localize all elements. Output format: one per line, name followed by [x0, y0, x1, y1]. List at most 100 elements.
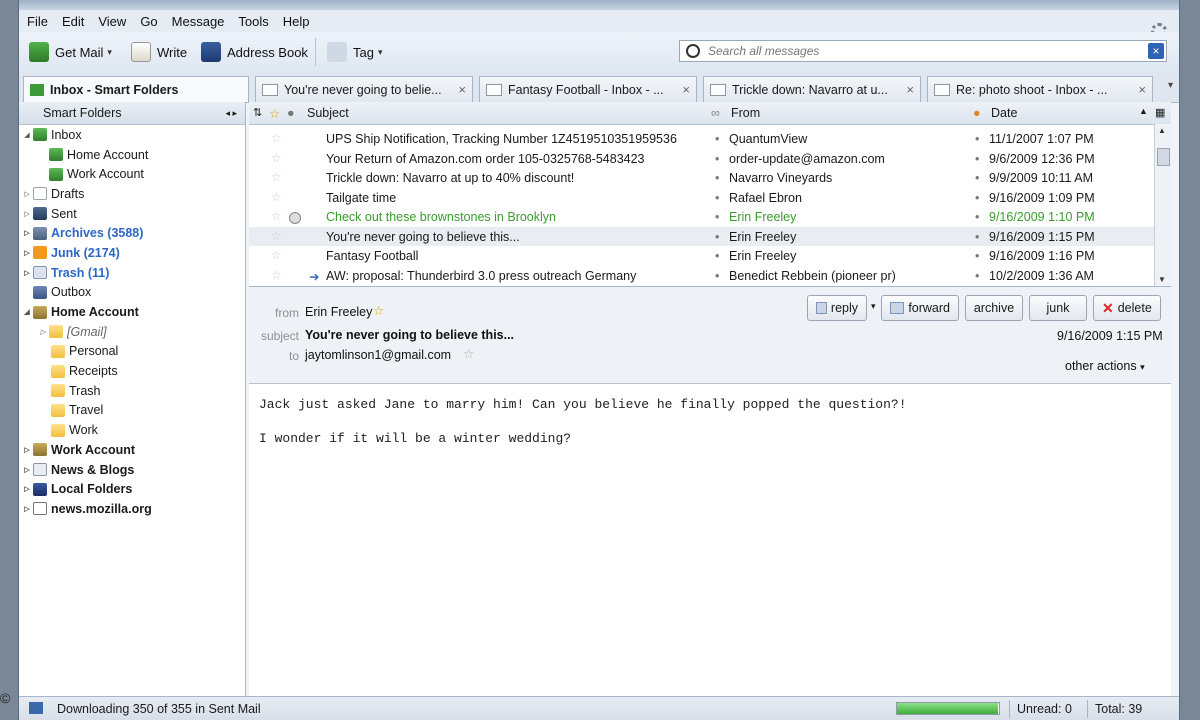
- account-work[interactable]: ▷ Work Account: [19, 440, 245, 460]
- table-row[interactable]: ☆ ➜ AW: proposal: Thunderbird 3.0 press …: [249, 266, 1155, 286]
- read-dot-icon[interactable]: •: [715, 152, 719, 166]
- menu-help[interactable]: Help: [283, 14, 310, 29]
- close-tab-icon[interactable]: ×: [1132, 82, 1146, 97]
- folder-trash[interactable]: ▷ Trash (11): [19, 263, 245, 283]
- reply-button[interactable]: reply: [807, 295, 867, 321]
- star-contact-icon[interactable]: ☆: [463, 346, 474, 361]
- folder-junk[interactable]: ▷ Junk (2174): [19, 243, 245, 263]
- menu-message[interactable]: Message: [172, 14, 225, 29]
- expand-icon[interactable]: ▷: [23, 190, 31, 198]
- menu-edit[interactable]: Edit: [62, 14, 84, 29]
- search-clear-icon[interactable]: ×: [1148, 43, 1164, 59]
- menu-go[interactable]: Go: [140, 14, 157, 29]
- table-row[interactable]: ☆ UPS Ship Notification, Tracking Number…: [249, 129, 1155, 149]
- folder-home-trash[interactable]: Trash: [19, 381, 245, 401]
- column-subject[interactable]: Subject: [307, 106, 349, 120]
- read-dot-icon[interactable]: •: [715, 249, 719, 263]
- tab-fantasy-football[interactable]: Fantasy Football - Inbox - ... ×: [479, 76, 697, 102]
- scroll-down-icon[interactable]: ▼: [1158, 275, 1166, 284]
- account-home[interactable]: ◢ Home Account: [19, 302, 245, 322]
- forward-button[interactable]: forward: [881, 295, 959, 321]
- expand-icon[interactable]: ▷: [23, 446, 31, 454]
- close-tab-icon[interactable]: ×: [676, 82, 690, 97]
- close-tab-icon[interactable]: ×: [452, 82, 466, 97]
- junk-dot-icon[interactable]: •: [975, 171, 979, 185]
- table-row[interactable]: ☆ Your Return of Amazon.com order 105-03…: [249, 149, 1155, 169]
- read-dot-icon[interactable]: •: [715, 132, 719, 146]
- expand-icon[interactable]: ▷: [23, 210, 31, 218]
- collapse-icon[interactable]: ◢: [23, 131, 31, 139]
- tab-photo-shoot[interactable]: Re: photo shoot - Inbox - ... ×: [927, 76, 1153, 102]
- reply-dropdown-icon[interactable]: ▾: [871, 301, 876, 312]
- attachment-column-icon[interactable]: ●: [287, 106, 295, 120]
- account-local-folders[interactable]: ▷ Local Folders: [19, 479, 245, 499]
- collapse-icon[interactable]: ◢: [23, 308, 31, 316]
- close-tab-icon[interactable]: ×: [900, 82, 914, 97]
- folder-pane-header[interactable]: Smart Folders ◂ ▸: [19, 102, 245, 125]
- scroll-thumb[interactable]: [1157, 148, 1170, 166]
- search-box[interactable]: ×: [679, 40, 1167, 62]
- tag-button[interactable]: Tag ▾: [327, 40, 383, 64]
- folder-inbox-work-account[interactable]: Work Account: [19, 164, 245, 184]
- junk-column-icon[interactable]: ●: [973, 106, 981, 120]
- online-status-icon[interactable]: [29, 702, 43, 714]
- read-dot-icon[interactable]: •: [715, 171, 719, 185]
- tab-trickle-down[interactable]: Trickle down: Navarro at u... ×: [703, 76, 921, 102]
- menu-file[interactable]: File: [27, 14, 48, 29]
- folder-outbox[interactable]: Outbox: [19, 283, 245, 303]
- archive-button[interactable]: archive: [965, 295, 1023, 321]
- get-mail-dropdown-icon[interactable]: ▾: [107, 47, 112, 58]
- folder-personal[interactable]: Personal: [19, 342, 245, 362]
- address-book-button[interactable]: Address Book: [201, 40, 308, 64]
- read-column-icon[interactable]: ∞: [711, 106, 720, 120]
- account-news-mozilla[interactable]: ▷ news.mozilla.org: [19, 499, 245, 519]
- star-icon[interactable]: ☆: [271, 268, 282, 282]
- read-dot-icon[interactable]: •: [715, 210, 719, 224]
- tab-inbox-smart-folders[interactable]: Inbox - Smart Folders: [23, 76, 249, 102]
- star-icon[interactable]: ☆: [271, 209, 282, 223]
- folder-travel[interactable]: Travel: [19, 401, 245, 421]
- junk-dot-icon[interactable]: •: [975, 132, 979, 146]
- junk-dot-icon[interactable]: •: [975, 249, 979, 263]
- expand-icon[interactable]: ▷: [23, 466, 31, 474]
- folder-receipts[interactable]: Receipts: [19, 361, 245, 381]
- from-value[interactable]: Erin Freeley: [305, 305, 372, 319]
- table-row[interactable]: ☆ Check out these brownstones in Brookly…: [249, 207, 1155, 227]
- star-icon[interactable]: ☆: [271, 248, 282, 262]
- folder-gmail[interactable]: ▷ [Gmail]: [19, 322, 245, 342]
- table-row-selected[interactable]: ☆ You're never going to believe this... …: [249, 226, 1155, 246]
- star-column-icon[interactable]: ☆: [269, 106, 280, 121]
- star-icon[interactable]: ☆: [271, 131, 282, 145]
- star-icon[interactable]: ☆: [271, 170, 282, 184]
- read-dot-icon[interactable]: •: [715, 191, 719, 205]
- sort-ascending-icon[interactable]: ▲: [1139, 106, 1148, 116]
- junk-dot-icon[interactable]: •: [975, 269, 979, 283]
- junk-dot-icon[interactable]: •: [975, 230, 979, 244]
- star-icon[interactable]: ☆: [271, 190, 282, 204]
- expand-icon[interactable]: ▷: [23, 229, 31, 237]
- star-icon[interactable]: ☆: [271, 151, 282, 165]
- star-contact-icon[interactable]: ☆: [373, 303, 384, 318]
- folder-inbox[interactable]: ◢ Inbox: [19, 125, 245, 145]
- expand-icon[interactable]: ▷: [39, 328, 47, 336]
- delete-button[interactable]: ✕ delete: [1093, 295, 1161, 321]
- junk-dot-icon[interactable]: •: [975, 191, 979, 205]
- menu-tools[interactable]: Tools: [238, 14, 268, 29]
- column-date[interactable]: Date: [991, 106, 1017, 120]
- folder-inbox-home-account[interactable]: Home Account: [19, 145, 245, 165]
- to-value[interactable]: jaytomlinson1@gmail.com: [305, 348, 451, 362]
- expand-icon[interactable]: ▷: [23, 249, 31, 257]
- read-dot-icon[interactable]: •: [715, 230, 719, 244]
- column-from[interactable]: From: [731, 106, 760, 120]
- thread-scrollbar[interactable]: ▲ ▼: [1154, 124, 1171, 286]
- table-row[interactable]: ☆ Fantasy Football • Erin Freeley • 9/16…: [249, 246, 1155, 266]
- expand-icon[interactable]: ▷: [23, 269, 31, 277]
- column-picker-icon[interactable]: ▦: [1155, 106, 1165, 119]
- table-row[interactable]: ☆ Trickle down: Navarro at up to 40% dis…: [249, 168, 1155, 188]
- expand-icon[interactable]: ▷: [23, 485, 31, 493]
- get-mail-button[interactable]: Get Mail ▾: [29, 40, 112, 64]
- expand-icon[interactable]: ▷: [23, 505, 31, 513]
- account-news-blogs[interactable]: ▷ News & Blogs: [19, 460, 245, 480]
- other-actions-button[interactable]: other actions ▾: [1065, 359, 1145, 373]
- tab-list-dropdown-icon[interactable]: ▾: [1168, 80, 1173, 91]
